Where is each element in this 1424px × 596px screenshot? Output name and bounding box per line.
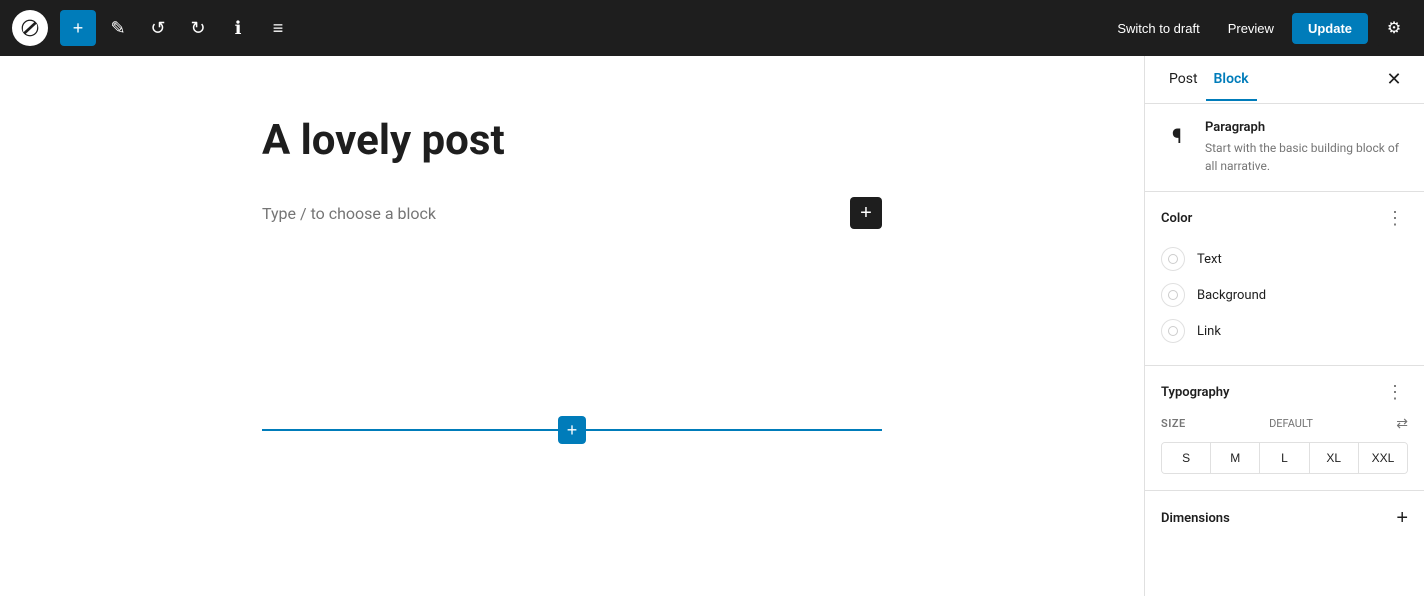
typography-more-button[interactable]: ⋮: [1382, 382, 1408, 403]
undo-button[interactable]: ↺: [140, 10, 176, 46]
switch-to-draft-button[interactable]: Switch to draft: [1107, 15, 1209, 42]
plus-icon: +: [73, 18, 84, 39]
block-name: Paragraph: [1205, 120, 1408, 135]
size-default-label: DEFAULT: [1269, 417, 1313, 430]
editor-area[interactable]: A lovely post Type / to choose a block +…: [0, 56, 1144, 596]
sidebar-content: ¶ Paragraph Start with the basic buildin…: [1145, 104, 1424, 596]
more-icon: ⋮: [1386, 382, 1404, 403]
typography-section: Typography ⋮ SIZE DEFAULT ⇄ S M L XL: [1145, 366, 1424, 491]
plus-icon: +: [1396, 507, 1408, 530]
color-link-label: Link: [1197, 324, 1221, 339]
close-icon: ✕: [1386, 69, 1401, 90]
info-button[interactable]: ℹ: [220, 10, 256, 46]
color-background-option[interactable]: Background: [1161, 277, 1408, 313]
color-more-button[interactable]: ⋮: [1382, 208, 1408, 229]
pencil-icon: ✎: [110, 18, 125, 39]
inserter-line: +: [262, 429, 882, 431]
sidebar-tabs: Post Block ✕: [1145, 56, 1424, 104]
color-text-swatch: [1161, 247, 1185, 271]
undo-icon: ↺: [150, 18, 165, 39]
color-section-title: Color: [1161, 211, 1192, 226]
gear-icon: ⚙: [1387, 18, 1401, 38]
sidebar: Post Block ✕ ¶ Paragraph Start with the …: [1144, 56, 1424, 596]
list-icon: ≡: [273, 18, 284, 39]
dimensions-add-button[interactable]: +: [1396, 507, 1408, 530]
block-description: Start with the basic building block of a…: [1205, 139, 1408, 175]
typography-section-title: Typography: [1161, 385, 1230, 400]
color-link-swatch: [1161, 319, 1185, 343]
color-text-label: Text: [1197, 252, 1222, 267]
tab-post[interactable]: Post: [1161, 59, 1206, 101]
list-view-button[interactable]: ≡: [260, 10, 296, 46]
block-info-text: Paragraph Start with the basic building …: [1205, 120, 1408, 175]
sidebar-close-button[interactable]: ✕: [1380, 66, 1408, 94]
paragraph-icon: ¶: [1161, 120, 1193, 152]
size-m-button[interactable]: M: [1211, 443, 1260, 473]
update-button[interactable]: Update: [1292, 13, 1368, 44]
editor-content: A lovely post Type / to choose a block +…: [222, 116, 922, 431]
dimensions-title: Dimensions: [1161, 511, 1230, 526]
plus-icon: +: [567, 420, 578, 441]
info-icon: ℹ: [235, 18, 242, 39]
block-info: ¶ Paragraph Start with the basic buildin…: [1145, 104, 1424, 192]
block-placeholder: Type / to choose a block +: [262, 197, 882, 229]
dimensions-header: Dimensions +: [1161, 507, 1408, 530]
inserter-line-container: +: [262, 429, 882, 431]
more-icon: ⋮: [1386, 208, 1404, 229]
size-s-button[interactable]: S: [1162, 443, 1211, 473]
add-block-toolbar-button[interactable]: +: [60, 10, 96, 46]
size-xl-button[interactable]: XL: [1310, 443, 1359, 473]
color-section: Color ⋮ Text Background: [1145, 192, 1424, 366]
edit-button[interactable]: ✎: [100, 10, 136, 46]
settings-button[interactable]: ⚙: [1376, 10, 1412, 46]
color-background-swatch: [1161, 283, 1185, 307]
post-title[interactable]: A lovely post: [262, 116, 882, 165]
add-block-inline-button[interactable]: +: [850, 197, 882, 229]
size-xxl-button[interactable]: XXL: [1359, 443, 1407, 473]
sliders-icon: ⇄: [1396, 415, 1408, 432]
inserter-line-button[interactable]: +: [558, 416, 586, 444]
color-background-label: Background: [1197, 288, 1266, 303]
size-label-row: SIZE DEFAULT ⇄: [1161, 415, 1408, 432]
tab-block[interactable]: Block: [1206, 59, 1257, 101]
size-label: SIZE: [1161, 417, 1186, 430]
color-text-option[interactable]: Text: [1161, 241, 1408, 277]
color-link-option[interactable]: Link: [1161, 313, 1408, 349]
toolbar-right-group: Switch to draft Preview Update ⚙: [1107, 10, 1412, 46]
size-buttons-group: S M L XL XXL: [1161, 442, 1408, 474]
color-section-header: Color ⋮: [1161, 208, 1408, 229]
preview-button[interactable]: Preview: [1218, 15, 1284, 42]
dimensions-section: Dimensions +: [1145, 491, 1424, 546]
toolbar-left-group: + ✎ ↺ ↻ ℹ ≡: [12, 10, 296, 46]
main-layout: A lovely post Type / to choose a block +…: [0, 56, 1424, 596]
plus-icon: +: [860, 202, 872, 225]
size-l-button[interactable]: L: [1260, 443, 1309, 473]
typography-section-header: Typography ⋮: [1161, 382, 1408, 403]
redo-button[interactable]: ↻: [180, 10, 216, 46]
wordpress-logo: [12, 10, 48, 46]
placeholder-text: Type / to choose a block: [262, 204, 850, 223]
size-reset-button[interactable]: ⇄: [1396, 415, 1408, 432]
main-toolbar: + ✎ ↺ ↻ ℹ ≡ Switch to draft Preview Upda…: [0, 0, 1424, 56]
redo-icon: ↻: [190, 18, 205, 39]
